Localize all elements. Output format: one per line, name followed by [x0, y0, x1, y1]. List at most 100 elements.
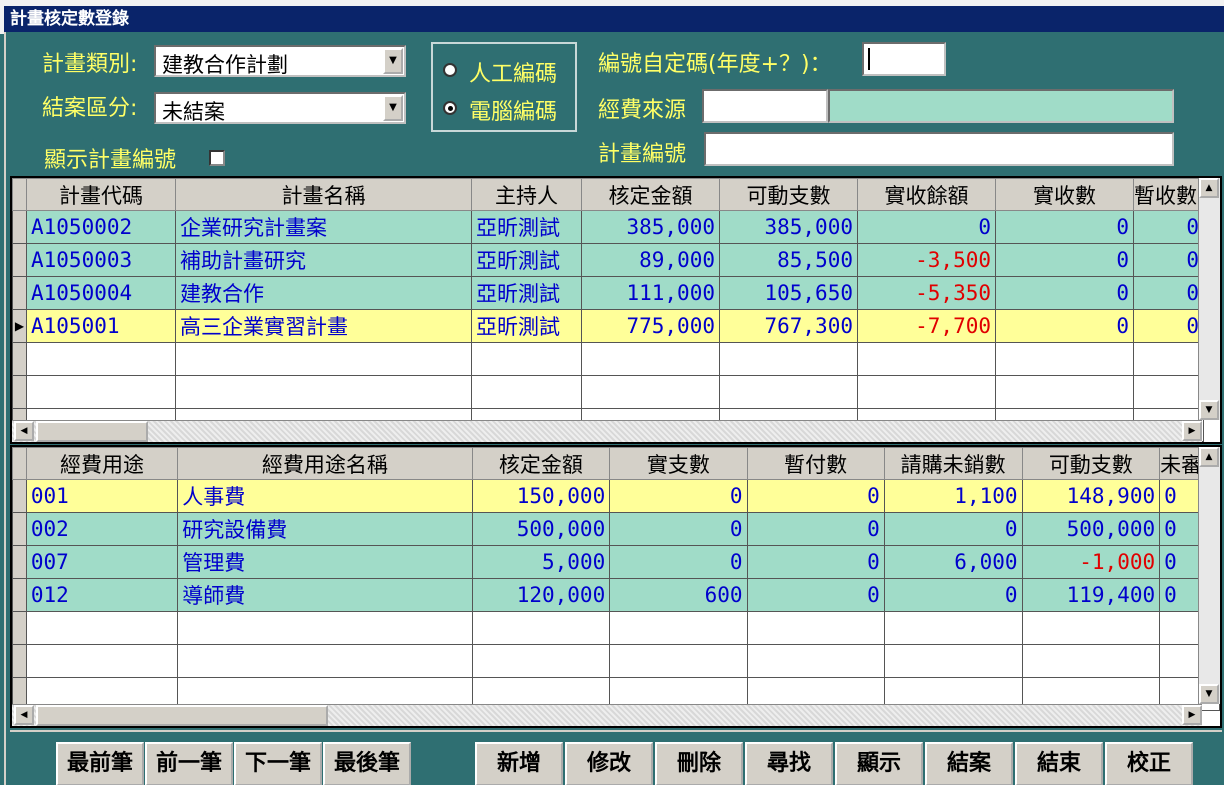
- table-cell[interactable]: 105,650: [719, 276, 858, 310]
- column-header[interactable]: 實支數: [609, 447, 748, 480]
- table-cell[interactable]: 0: [746, 545, 885, 579]
- table-cell[interactable]: [581, 375, 720, 409]
- table-cell[interactable]: 111,000: [581, 276, 720, 310]
- custom-code-input[interactable]: [862, 42, 946, 76]
- table-cell[interactable]: [1021, 611, 1161, 645]
- table-cell[interactable]: [995, 342, 1134, 376]
- table-row[interactable]: 007 管理費 5,000 0 0 6,000 -1,000 0: [12, 545, 1220, 579]
- row-selector[interactable]: [12, 545, 27, 579]
- table-cell[interactable]: 600: [609, 578, 748, 612]
- row-selector[interactable]: [12, 276, 27, 310]
- table-cell[interactable]: [883, 644, 1023, 678]
- column-header[interactable]: 請購未銷數: [883, 447, 1023, 480]
- column-header[interactable]: 主持人: [471, 178, 582, 211]
- scroll-up-icon[interactable]: ▲: [1199, 178, 1219, 198]
- add-button[interactable]: 新增: [475, 742, 563, 785]
- scroll-right-icon[interactable]: ▶: [1182, 705, 1202, 725]
- row-selector[interactable]: [12, 210, 27, 244]
- current-row-indicator-icon[interactable]: ▶: [12, 309, 27, 343]
- table-row[interactable]: A1050003 補助計畫研究 亞昕測試 89,000 85,500 -3,50…: [12, 243, 1204, 277]
- auto-code-radio[interactable]: 電腦編碼: [441, 94, 573, 125]
- table-row[interactable]: A1050002 企業研究計畫案 亞昕測試 385,000 385,000 0 …: [12, 210, 1204, 244]
- table-cell[interactable]: 0: [609, 545, 748, 579]
- scroll-thumb[interactable]: [36, 421, 148, 442]
- table-cell[interactable]: 89,000: [581, 243, 720, 277]
- table-cell[interactable]: [609, 644, 748, 678]
- table-cell[interactable]: [26, 375, 176, 409]
- table-cell[interactable]: 500,000: [471, 512, 611, 546]
- table-cell[interactable]: 0: [1133, 243, 1204, 277]
- empty-row[interactable]: [12, 644, 1220, 678]
- table-cell[interactable]: 0: [1133, 276, 1204, 310]
- close-type-select[interactable]: 未結案 ▼: [154, 92, 406, 124]
- table-cell[interactable]: [175, 375, 472, 409]
- table-cell[interactable]: [1021, 644, 1161, 678]
- column-header[interactable]: 可動支數: [1021, 447, 1161, 480]
- table-cell[interactable]: -5,350: [857, 276, 996, 310]
- column-header[interactable]: 經費用途名稱: [177, 447, 473, 480]
- table-cell[interactable]: 亞昕測試: [471, 309, 582, 343]
- scroll-left-icon[interactable]: ◀: [14, 705, 34, 725]
- table-cell[interactable]: 亞昕測試: [471, 210, 582, 244]
- table-cell[interactable]: [471, 375, 582, 409]
- table-cell[interactable]: 775,000: [581, 309, 720, 343]
- scroll-right-icon[interactable]: ▶: [1182, 421, 1202, 441]
- plan-type-select[interactable]: 建教合作計劃 ▼: [154, 45, 406, 77]
- column-header[interactable]: 暫付數: [746, 447, 885, 480]
- table-cell[interactable]: [857, 375, 996, 409]
- column-header[interactable]: 核定金額: [581, 178, 720, 211]
- chevron-down-icon[interactable]: ▼: [383, 95, 403, 121]
- table-cell[interactable]: 0: [746, 512, 885, 546]
- table-cell[interactable]: 高三企業實習計畫: [175, 309, 472, 343]
- table-cell[interactable]: 012: [25, 578, 179, 612]
- table-cell[interactable]: [1133, 375, 1204, 409]
- chevron-down-icon[interactable]: ▼: [383, 48, 403, 74]
- table-cell[interactable]: 500,000: [1021, 512, 1161, 546]
- row-selector[interactable]: [12, 611, 27, 645]
- table-cell[interactable]: [26, 342, 176, 376]
- plan-no-input[interactable]: [704, 132, 1174, 166]
- table-cell[interactable]: [609, 611, 748, 645]
- table-cell[interactable]: 補助計畫研究: [175, 243, 472, 277]
- table-row[interactable]: 002 研究設備費 500,000 0 0 0 500,000 0: [12, 512, 1220, 546]
- table-cell[interactable]: [471, 644, 611, 678]
- table-cell[interactable]: 0: [995, 243, 1134, 277]
- empty-row[interactable]: [12, 375, 1204, 409]
- table-cell[interactable]: A1050004: [26, 276, 176, 310]
- table-cell[interactable]: [746, 611, 885, 645]
- scroll-up-icon[interactable]: ▲: [1199, 447, 1219, 467]
- table-cell[interactable]: [25, 644, 179, 678]
- table-cell[interactable]: 001: [25, 479, 179, 513]
- table-cell[interactable]: 0: [746, 578, 885, 612]
- table-cell[interactable]: [177, 644, 473, 678]
- table-cell[interactable]: [1133, 342, 1204, 376]
- table-cell[interactable]: 002: [25, 512, 179, 546]
- scroll-thumb[interactable]: [36, 705, 328, 726]
- plans-vertical-scrollbar[interactable]: ▲ ▼: [1198, 178, 1220, 420]
- table-cell[interactable]: 0: [1133, 210, 1204, 244]
- table-cell[interactable]: 85,500: [719, 243, 858, 277]
- table-cell[interactable]: [995, 375, 1134, 409]
- table-cell[interactable]: 0: [883, 512, 1023, 546]
- column-header[interactable]: 實收數: [995, 178, 1134, 211]
- table-cell[interactable]: 建教合作: [175, 276, 472, 310]
- column-header[interactable]: 暫收數: [1133, 178, 1204, 211]
- table-cell[interactable]: 管理費: [177, 545, 473, 579]
- table-cell[interactable]: 767,300: [719, 309, 858, 343]
- table-row-selected[interactable]: 001 人事費 150,000 0 0 1,100 148,900 0: [12, 479, 1220, 513]
- table-cell[interactable]: [719, 342, 858, 376]
- table-cell[interactable]: 5,000: [471, 545, 611, 579]
- table-row-selected[interactable]: ▶ A105001 高三企業實習計畫 亞昕測試 775,000 767,300 …: [12, 309, 1204, 343]
- find-button[interactable]: 尋找: [745, 742, 833, 785]
- scroll-down-icon[interactable]: ▼: [1199, 400, 1219, 420]
- table-cell[interactable]: [857, 342, 996, 376]
- prev-record-button[interactable]: 前一筆: [145, 742, 233, 785]
- table-cell[interactable]: 企業研究計畫案: [175, 210, 472, 244]
- table-cell[interactable]: 007: [25, 545, 179, 579]
- table-cell[interactable]: 0: [746, 479, 885, 513]
- column-header[interactable]: 可動支數: [719, 178, 858, 211]
- row-selector[interactable]: [12, 342, 27, 376]
- table-cell[interactable]: 120,000: [471, 578, 611, 612]
- row-selector[interactable]: [12, 243, 27, 277]
- table-cell[interactable]: A105001: [26, 309, 176, 343]
